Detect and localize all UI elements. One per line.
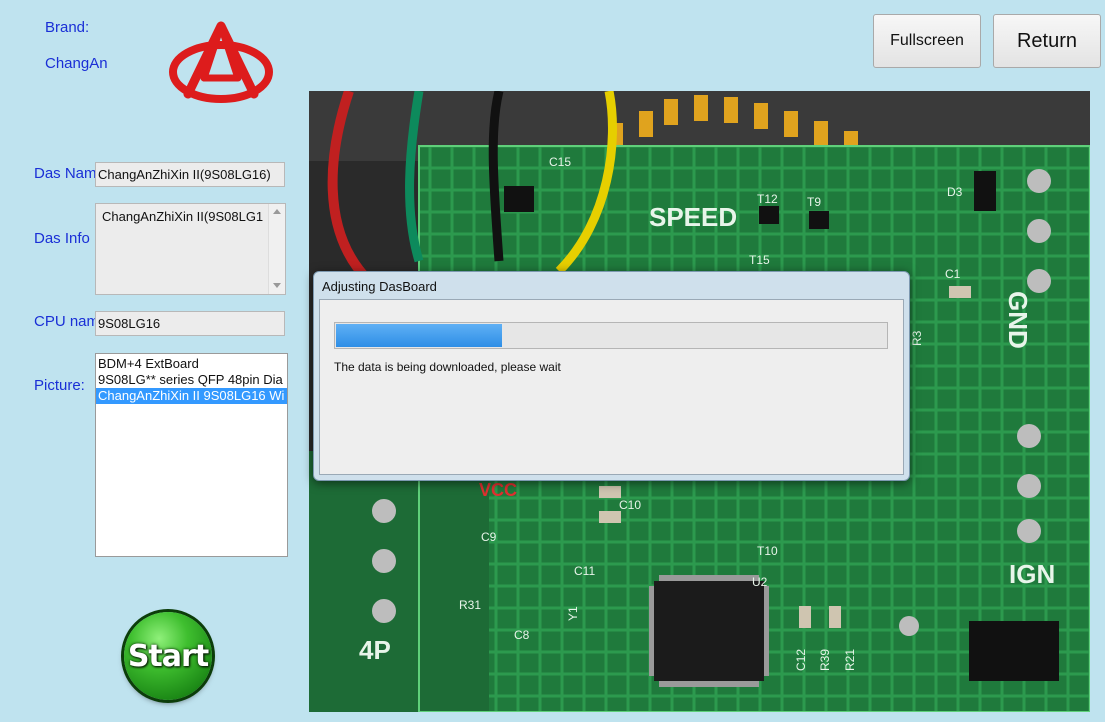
silk-r3: R3 bbox=[910, 330, 924, 346]
silk-r21: R21 bbox=[843, 649, 857, 671]
das-info-text: ChangAnZhiXin II(9S08LG1 bbox=[102, 209, 264, 224]
silk-c11: C11 bbox=[574, 564, 595, 578]
silk-y1: Y1 bbox=[566, 606, 580, 621]
silk-c12: C12 bbox=[794, 649, 808, 671]
silk-d3: D3 bbox=[947, 185, 963, 199]
cpu-name-label: CPU nam bbox=[34, 313, 100, 330]
progress-bar bbox=[334, 322, 888, 349]
das-name-field[interactable]: ChangAnZhiXin II(9S08LG16) bbox=[95, 162, 285, 187]
silk-r31: R31 bbox=[459, 598, 481, 612]
silk-c10: C10 bbox=[619, 498, 641, 512]
dialog-title: Adjusting DasBoard bbox=[322, 279, 437, 294]
list-item[interactable]: 9S08LG** series QFP 48pin Dia bbox=[96, 372, 287, 388]
silk-4p: 4P bbox=[359, 635, 391, 665]
silk-t9: T9 bbox=[807, 195, 821, 209]
fullscreen-button[interactable]: Fullscreen bbox=[873, 14, 981, 68]
silk-vcc: VCC bbox=[479, 480, 517, 500]
silk-u2: U2 bbox=[752, 575, 768, 589]
silk-ign: IGN bbox=[1009, 559, 1055, 589]
list-item[interactable]: BDM+4 ExtBoard bbox=[96, 356, 287, 372]
silk-c1: C1 bbox=[945, 267, 961, 281]
dialog-body: The data is being downloaded, please wai… bbox=[319, 299, 904, 475]
scroll-down-icon[interactable] bbox=[273, 283, 281, 288]
das-info-label: Das Info bbox=[34, 230, 90, 247]
list-item-selected[interactable]: ChangAnZhiXin II 9S08LG16 Wi bbox=[96, 388, 287, 404]
cpu-name-field[interactable]: 9S08LG16 bbox=[95, 311, 285, 336]
picture-list[interactable]: BDM+4 ExtBoard 9S08LG** series QFP 48pin… bbox=[95, 353, 288, 557]
das-name-label: Das Nam bbox=[34, 165, 97, 182]
picture-label: Picture: bbox=[34, 377, 85, 394]
brand-value: ChangAn bbox=[45, 55, 108, 72]
das-info-scrollbar[interactable] bbox=[268, 204, 285, 294]
silk-speed: SPEED bbox=[649, 202, 737, 232]
silk-t12: T12 bbox=[757, 192, 778, 206]
silk-t15: T15 bbox=[749, 253, 770, 267]
start-label: Start bbox=[127, 638, 209, 674]
silk-c8: C8 bbox=[514, 628, 530, 642]
das-info-textarea[interactable]: ChangAnZhiXin II(9S08LG1 bbox=[95, 203, 286, 295]
progress-fill bbox=[336, 324, 502, 347]
silk-c15: C15 bbox=[549, 155, 571, 169]
silk-c9: C9 bbox=[481, 530, 497, 544]
dialog-message: The data is being downloaded, please wai… bbox=[334, 360, 561, 374]
scroll-up-icon[interactable] bbox=[273, 209, 281, 214]
silk-t10: T10 bbox=[757, 544, 778, 558]
adjusting-dialog: Adjusting DasBoard The data is being dow… bbox=[313, 271, 910, 481]
silk-r39: R39 bbox=[818, 649, 832, 671]
start-button[interactable]: Start bbox=[124, 612, 212, 700]
return-button[interactable]: Return bbox=[993, 14, 1101, 68]
changan-logo bbox=[169, 21, 273, 103]
brand-label: Brand: bbox=[45, 19, 90, 36]
silk-gnd: GND bbox=[1003, 291, 1033, 349]
